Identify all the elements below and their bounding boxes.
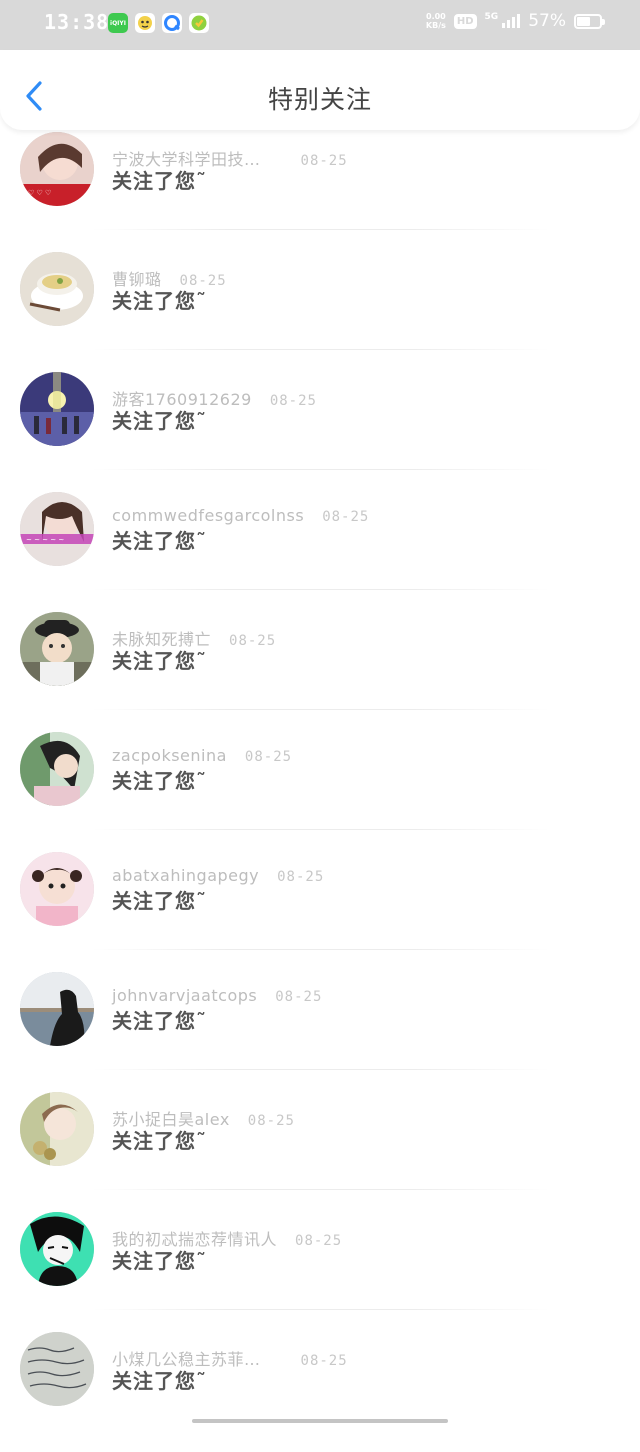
app-header: 特别关注 [0,50,640,130]
avatar[interactable] [20,1092,94,1166]
follow-action-text: 关注了您˜ [112,1369,207,1393]
avatar[interactable] [20,1332,94,1406]
net-speed-unit: KB/s [425,21,446,30]
list-item[interactable]: 小煤几公稳主苏菲… 08-25 关注了您˜ [0,1332,640,1452]
item-meta: zacpoksenina 08-25 [112,746,292,765]
divider [92,1069,550,1070]
avatar[interactable]: ♡ ♡ ♡ [20,132,94,206]
hd-badge: HD [453,13,477,29]
list-item[interactable]: ♡ ♡ ♡ 宁波大学科学田技… 08-25 关注了您˜ [0,132,640,252]
status-time: 13:38 [44,10,110,34]
follow-date: 08-25 [322,509,370,525]
follow-action-text: 关注了您˜ [112,409,207,433]
battery-icon [574,13,605,29]
follow-action-text: 关注了您˜ [112,169,207,193]
divider [92,229,550,230]
follow-date: 08-25 [247,1113,295,1129]
divider [92,589,550,590]
avatar[interactable] [20,972,94,1046]
avatar[interactable] [20,372,94,446]
item-meta: commwedfesgarcolnss 08-25 [112,506,369,525]
follow-date: 08-25 [269,393,317,409]
status-bar: 13:38 iQIYI 0.00 KB/s HD 5G 57% [0,0,640,50]
iqiyi-app-icon: iQIYI [108,13,128,33]
follow-date: 08-25 [277,869,325,885]
follow-action-text: 关注了您˜ [112,649,207,673]
list-item[interactable]: 游客1760912629 08-25 关注了您˜ [0,372,640,492]
follow-action-text: 关注了您˜ [112,1009,207,1033]
divider [92,1189,550,1190]
home-indicator[interactable] [192,1419,448,1423]
list-item[interactable]: zacpoksenina 08-25 关注了您˜ [0,732,640,852]
user-name[interactable]: abatxahingapegy [112,866,259,885]
avatar[interactable] [20,612,94,686]
avatar[interactable] [20,852,94,926]
page-title: 特别关注 [267,85,372,114]
follow-date: 08-25 [300,1353,348,1369]
notification-app-icons: iQIYI [108,13,209,33]
signal-icon [502,14,521,28]
follow-action-text: 关注了您˜ [112,289,207,313]
user-name[interactable]: zacpoksenina [112,746,227,765]
avatar[interactable]: ~ ~ ~ ~ ~ [20,492,94,566]
list-item[interactable]: 曹铆璐 08-25 关注了您˜ [0,252,640,372]
list-item[interactable]: 未脉知死搏亡 08-25 关注了您˜ [0,612,640,732]
list-item[interactable]: abatxahingapegy 08-25 关注了您˜ [0,852,640,972]
item-meta: abatxahingapegy 08-25 [112,866,324,885]
list-item[interactable]: 苏小捉白昊alex 08-25 关注了您˜ [0,1092,640,1212]
battery-fill [577,16,590,26]
avatar[interactable] [20,252,94,326]
item-meta: johnvarvjaatcops 08-25 [112,986,322,1005]
follow-action-text: 关注了您˜ [112,889,207,913]
battery-percent: 57% [528,11,566,31]
divider [92,709,550,710]
green-app-icon [189,13,209,33]
follow-action-text: 关注了您˜ [112,529,207,553]
user-name[interactable]: commwedfesgarcolnss [112,506,304,525]
follow-date: 08-25 [244,749,293,765]
follow-action-text: 关注了您˜ [112,1249,207,1273]
network-type: 5G [484,12,499,22]
net-speed: 0.00 KB/s [426,12,446,30]
follow-date: 08-25 [300,153,348,169]
user-name[interactable]: johnvarvjaatcops [112,986,257,1005]
list-item[interactable]: 我的初忒揣恋荐情讯人 08-25 关注了您˜ [0,1212,640,1332]
svg-text:~ ~ ~ ~ ~: ~ ~ ~ ~ ~ [26,536,64,544]
follow-action-text: 关注了您˜ [112,769,207,793]
status-indicators: 0.00 KB/s HD 5G 57% [426,11,605,31]
net-speed-value: 0.00 [426,12,446,21]
list-item[interactable]: johnvarvjaatcops 08-25 关注了您˜ [0,972,640,1092]
follow-date: 08-25 [229,633,277,649]
special-follow-list: ♡ ♡ ♡ 宁波大学科学田技… 08-25 关注了您˜ 曹铆璐 08-25 关注了您˜ 游客1… [0,132,640,1452]
avatar-app-icon [135,13,155,33]
divider [92,1309,550,1310]
divider [92,349,550,350]
avatar[interactable] [20,732,94,806]
divider [92,829,550,830]
follow-action-text: 关注了您˜ [112,1129,207,1153]
follow-date: 08-25 [275,989,323,1005]
svg-text:♡ ♡ ♡: ♡ ♡ ♡ [28,189,51,197]
divider [92,469,550,470]
follow-date: 08-25 [295,1233,343,1249]
list-item[interactable]: ~ ~ ~ ~ ~ commwedfesgarcolnss 08-25 关注了您˜ [0,492,640,612]
divider [92,949,550,950]
qq-browser-app-icon [162,13,182,33]
avatar[interactable] [20,1212,94,1286]
